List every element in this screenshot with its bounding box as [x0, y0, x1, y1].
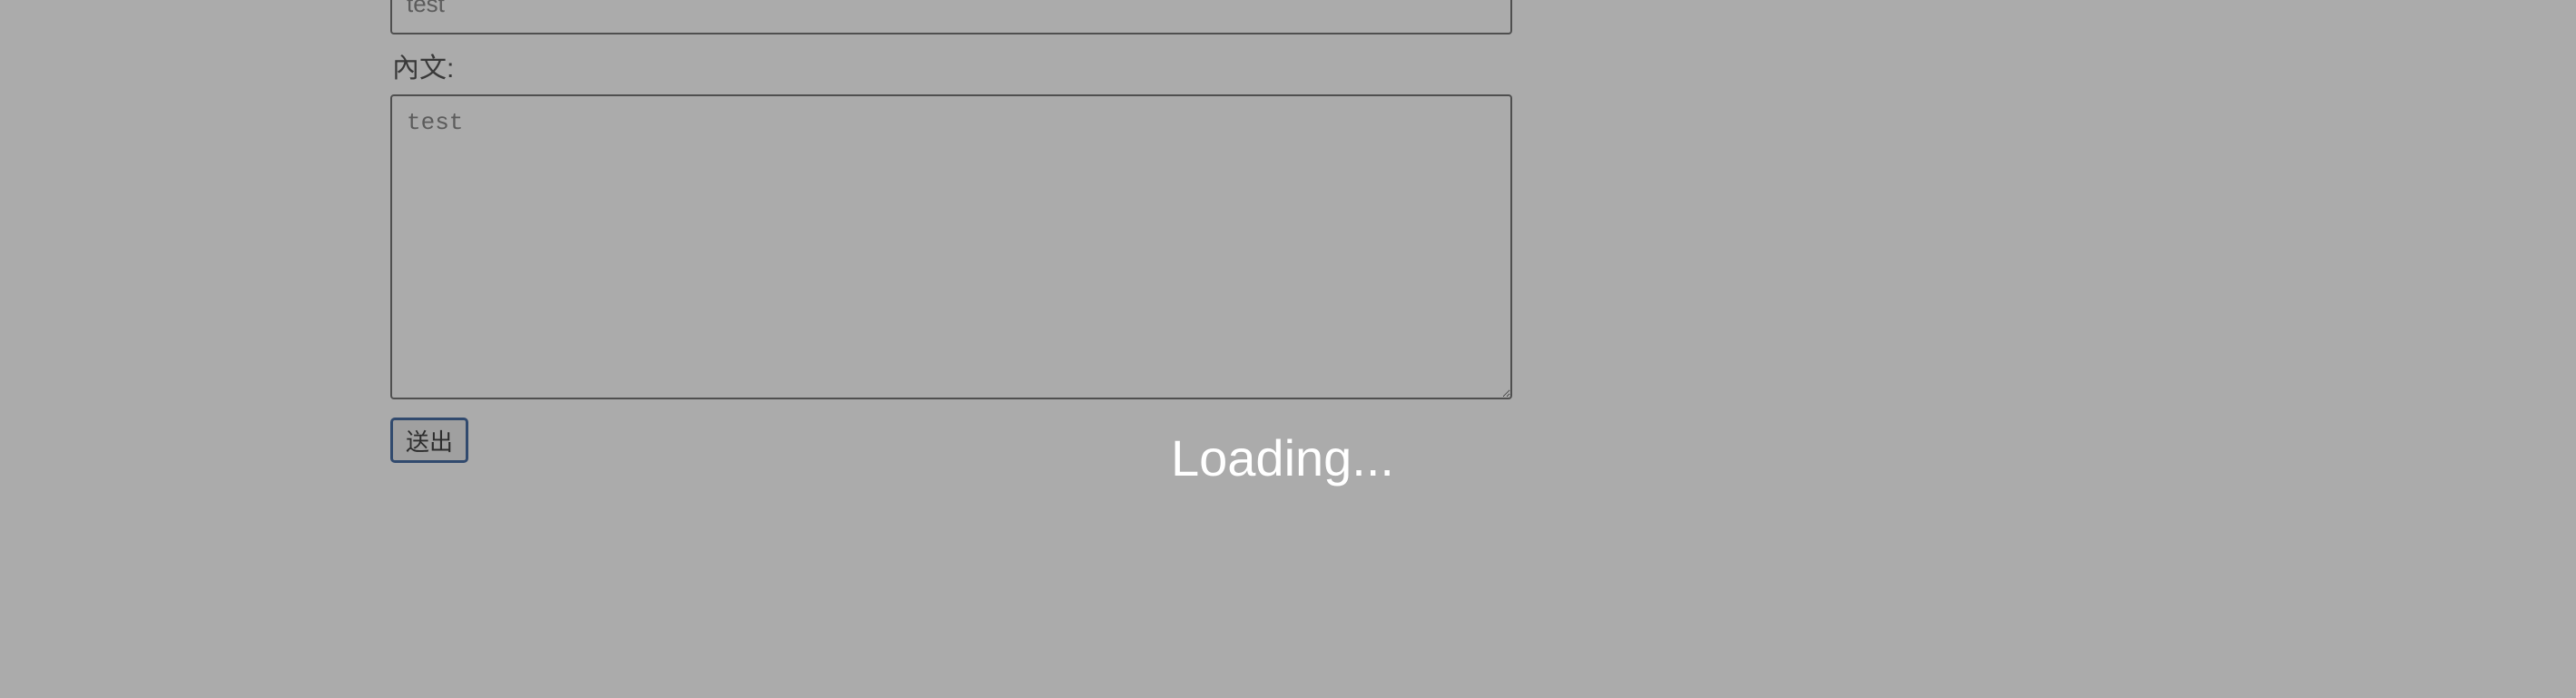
loading-overlay: Loading... [0, 0, 2576, 698]
page: 內文: test 送出 Loading... [0, 0, 2576, 698]
loading-text: Loading... [1171, 429, 1394, 487]
